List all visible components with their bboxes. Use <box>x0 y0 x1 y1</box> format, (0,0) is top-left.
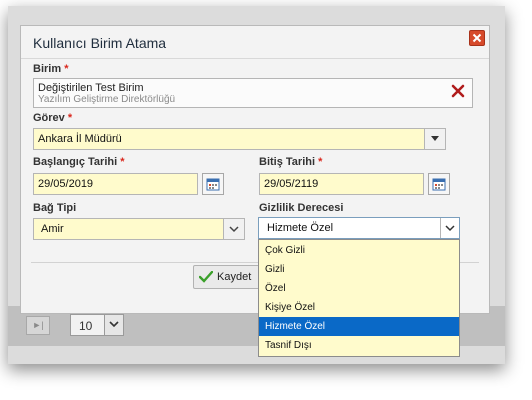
birim-value: Değiştirilen Test Birim <box>38 82 144 94</box>
required-marker: * <box>120 156 125 168</box>
bitis-value: 29/05/2119 <box>264 178 319 190</box>
gorev-value: Ankara İl Müdürü <box>38 133 122 145</box>
clear-x-icon[interactable] <box>451 84 465 101</box>
dropdown-option-selected[interactable]: Hizmete Özel <box>259 317 459 336</box>
gizlilik-label: Gizlilik Derecesi <box>259 202 344 214</box>
gorev-label-text: Görev <box>33 112 65 124</box>
birim-subtitle: Yazılım Geliştirme Direktörlüğü <box>38 94 176 105</box>
option-label: Kişiye Özel <box>265 302 316 313</box>
dropdown-option[interactable]: Kişiye Özel <box>259 298 459 317</box>
chevron-down-icon[interactable] <box>440 218 459 238</box>
first-page-icon[interactable]: ►| <box>26 316 50 335</box>
dropdown-option[interactable]: Çok Gizli <box>259 241 459 260</box>
required-marker: * <box>67 112 73 124</box>
chevron-down-icon[interactable] <box>424 129 445 149</box>
gizlilik-select[interactable]: Hizmete Özel <box>258 217 460 239</box>
dialog-title: Kullanıcı Birim Atama <box>33 35 167 51</box>
baslangic-label: Başlangıç Tarihi * <box>33 156 125 168</box>
option-label: Hizmete Özel <box>265 321 326 332</box>
dropdown-option[interactable]: Özel <box>259 279 459 298</box>
birim-label: Birim * <box>33 63 68 75</box>
calendar-icon[interactable] <box>202 173 224 195</box>
bag-tipi-label: Bağ Tipi <box>33 202 77 214</box>
dropdown-option[interactable]: Gizli <box>259 260 459 279</box>
required-marker: * <box>318 156 323 168</box>
baslangic-value: 29/05/2019 <box>38 178 94 190</box>
save-button[interactable]: Kaydet <box>193 265 263 289</box>
option-label: Özel <box>265 283 286 294</box>
baslangic-date-input[interactable]: 29/05/2019 <box>33 173 198 195</box>
option-label: Çok Gizli <box>265 245 306 256</box>
bitis-label: Bitiş Tarihi * <box>259 156 322 168</box>
bitis-date-input[interactable]: 29/05/2119 <box>259 173 424 195</box>
baslangic-label-text: Başlangıç Tarihi <box>33 156 118 168</box>
gizlilik-value: Hizmete Özel <box>267 222 334 234</box>
gorev-select[interactable]: Ankara İl Müdürü <box>33 128 446 150</box>
option-label: Tasnif Dışı <box>265 340 312 351</box>
close-icon[interactable] <box>469 30 485 46</box>
gizlilik-dropdown-list: Çok Gizli Gizli Özel Kişiye Özel Hizmete… <box>258 239 460 357</box>
bitis-label-text: Bitiş Tarihi <box>259 156 316 168</box>
birim-label-text: Birim <box>33 63 62 75</box>
gorev-label: Görev * <box>33 112 72 124</box>
bag-tipi-select[interactable]: Amir <box>33 218 245 240</box>
dropdown-option[interactable]: Tasnif Dışı <box>259 336 459 355</box>
chevron-down-icon[interactable] <box>104 315 123 335</box>
page-size-value: 10 <box>79 319 93 333</box>
bag-tipi-value: Amir <box>41 223 64 235</box>
save-button-label: Kaydet <box>217 271 252 283</box>
chevron-down-icon[interactable] <box>223 219 244 239</box>
option-label: Gizli <box>265 264 285 275</box>
calendar-icon[interactable] <box>428 173 450 195</box>
birim-field[interactable]: Değiştirilen Test Birim Yazılım Geliştir… <box>33 78 473 108</box>
page-size-select[interactable]: 10 <box>70 314 124 336</box>
required-marker: * <box>64 63 69 75</box>
dialog-titlebar: Kullanıcı Birim Atama <box>21 26 489 59</box>
